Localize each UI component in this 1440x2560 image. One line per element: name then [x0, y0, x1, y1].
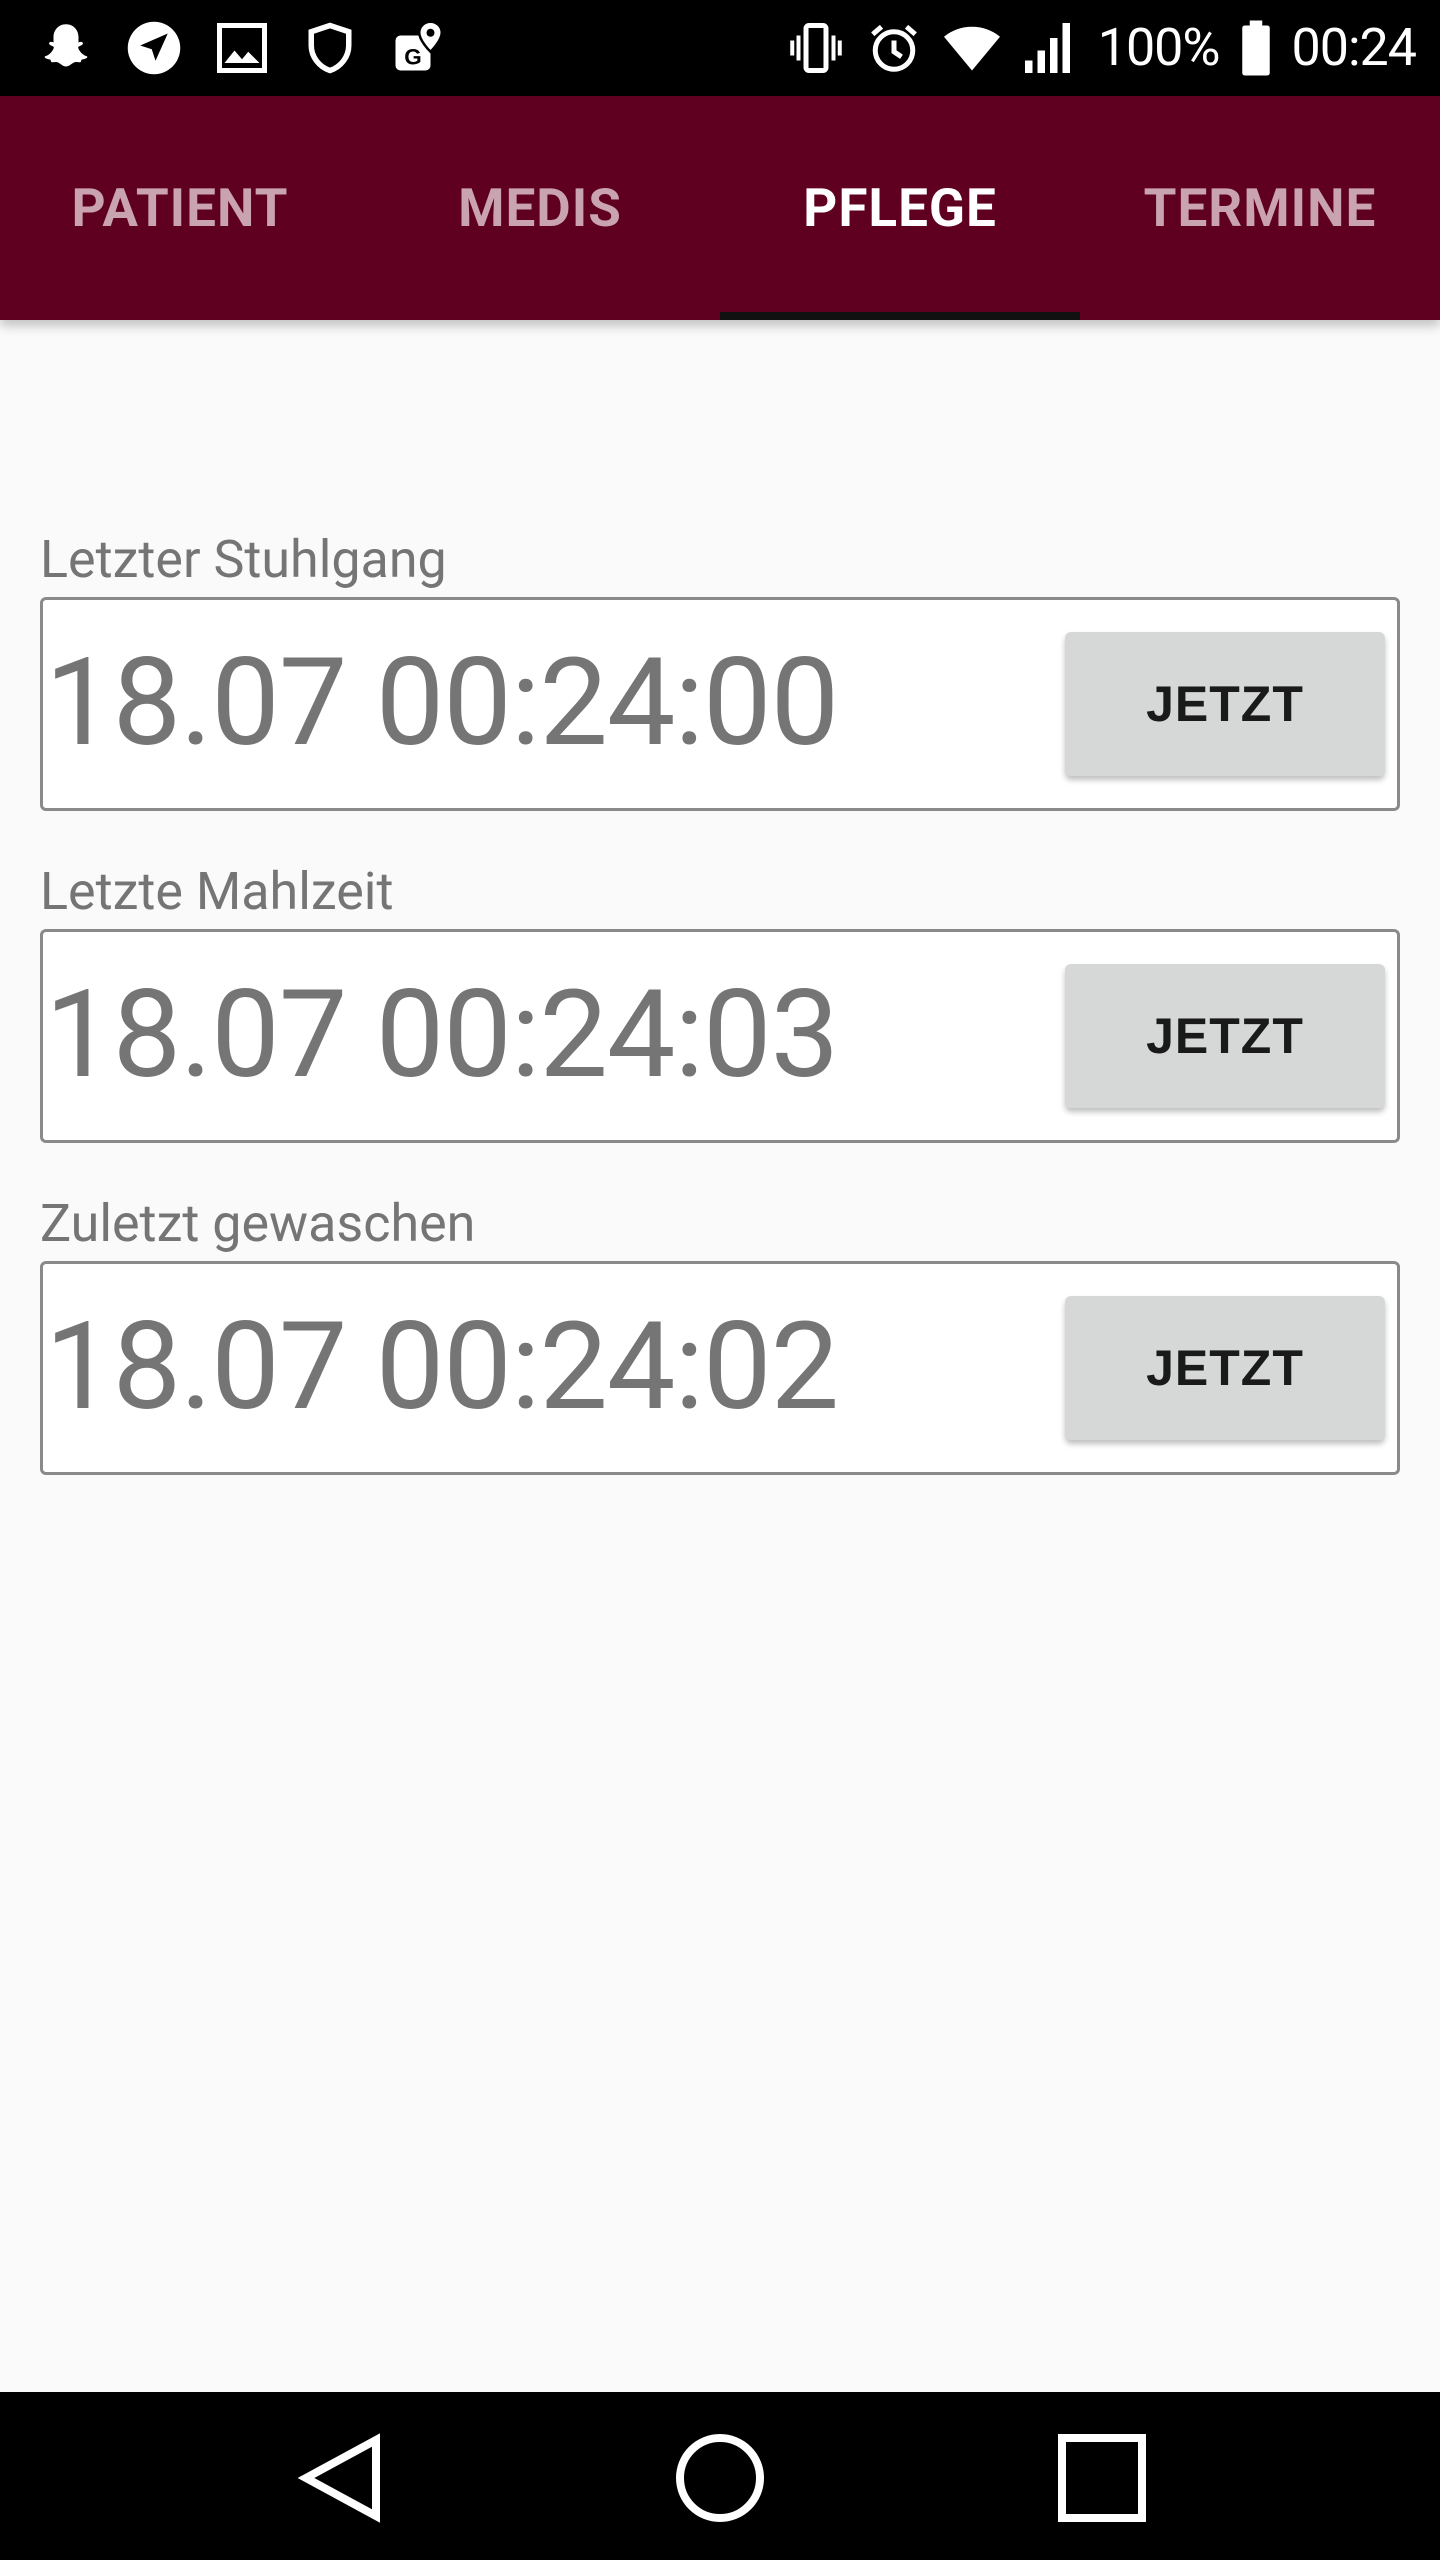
wifi-icon — [942, 18, 1002, 78]
tab-medis[interactable]: MEDIS — [360, 96, 720, 320]
signal-icon — [1020, 18, 1080, 78]
home-icon[interactable] — [670, 2428, 770, 2528]
navigation-arrow-icon — [124, 18, 184, 78]
navigation-bar — [0, 2392, 1440, 2560]
vibrate-icon — [786, 18, 846, 78]
timestamp-value: 18.07 00:24:00 — [45, 631, 839, 774]
tab-pflege[interactable]: PFLEGE — [720, 96, 1080, 320]
timestamp-value: 18.07 00:24:03 — [45, 963, 839, 1106]
tab-label: PATIENT — [71, 177, 289, 239]
shield-icon — [300, 18, 360, 78]
notification-icons: G — [36, 14, 448, 82]
field-label-stuhlgang: Letzter Stuhlgang — [40, 529, 447, 590]
tab-label: MEDIS — [458, 177, 622, 239]
jetzt-button-gewaschen[interactable]: JETZT — [1065, 1296, 1385, 1440]
tab-bar: PATIENT MEDIS PFLEGE TERMINE — [0, 96, 1440, 320]
back-icon[interactable] — [290, 2428, 390, 2528]
tab-patient[interactable]: PATIENT — [0, 96, 360, 320]
field-box-gewaschen: 18.07 00:24:02 JETZT — [40, 1261, 1400, 1475]
tab-label: TERMINE — [1143, 177, 1377, 239]
battery-percent: 100% — [1097, 17, 1221, 78]
field-box-mahlzeit: 18.07 00:24:03 JETZT — [40, 929, 1400, 1143]
active-tab-indicator — [720, 312, 1080, 320]
svg-text:G: G — [404, 44, 422, 69]
alarm-icon — [864, 18, 924, 78]
image-icon — [212, 18, 272, 78]
recents-icon[interactable] — [1052, 2428, 1152, 2528]
tab-label: PFLEGE — [803, 177, 997, 239]
clock: 00:24 — [1291, 17, 1417, 78]
timestamp-value: 18.07 00:24:02 — [45, 1295, 839, 1438]
field-label-gewaschen: Zuletzt gewaschen — [40, 1193, 476, 1254]
status-bar: G 100% 00:24 — [0, 0, 1440, 96]
maps-pin-icon: G — [388, 18, 448, 78]
system-status: 100% 00:24 — [786, 14, 1417, 82]
jetzt-button-stuhlgang[interactable]: JETZT — [1065, 632, 1385, 776]
snapchat-icon — [36, 18, 96, 78]
screen: G 100% 00:24 PATIENT MEDIS PFLEGE TERMIN… — [0, 0, 1440, 2560]
tab-termine[interactable]: TERMINE — [1080, 96, 1440, 320]
field-box-stuhlgang: 18.07 00:24:00 JETZT — [40, 597, 1400, 811]
battery-icon — [1238, 18, 1274, 78]
jetzt-button-mahlzeit[interactable]: JETZT — [1065, 964, 1385, 1108]
field-label-mahlzeit: Letzte Mahlzeit — [40, 861, 394, 922]
